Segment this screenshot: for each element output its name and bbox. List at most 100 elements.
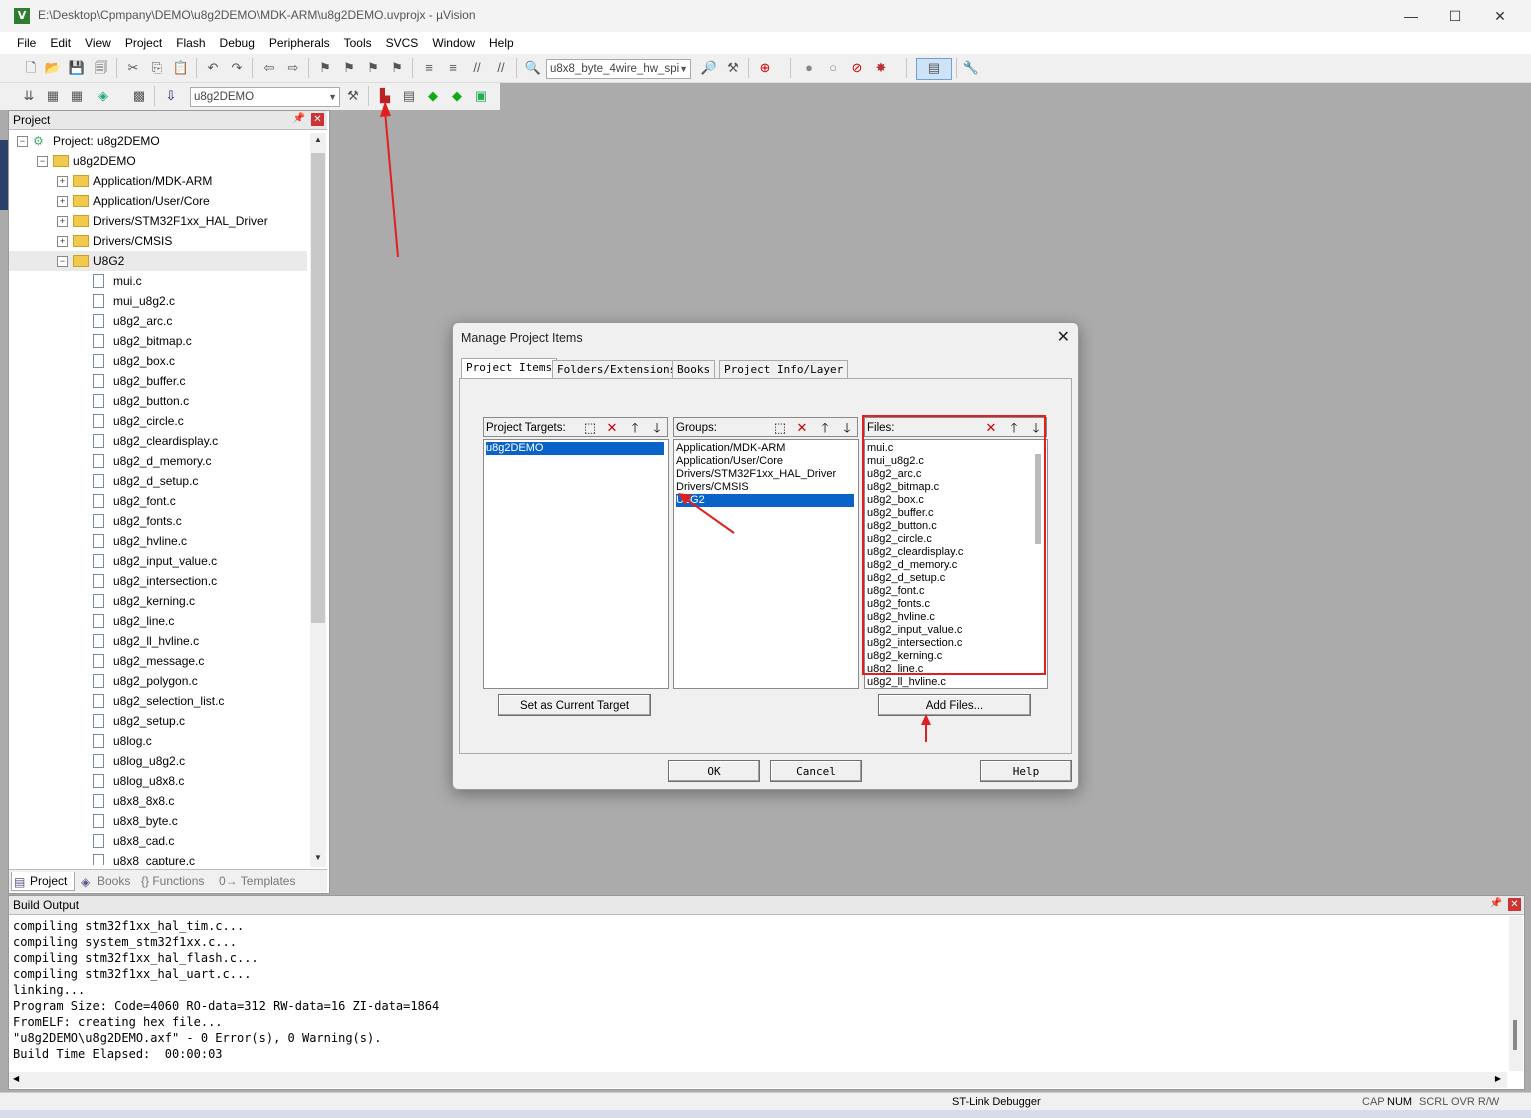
new-target-icon[interactable]: ⬚ <box>582 420 598 436</box>
pin-icon[interactable]: 📌 <box>1490 898 1502 909</box>
close-icon[interactable]: ✕ <box>1508 898 1521 911</box>
find-in-files-icon[interactable]: 🔍 <box>524 59 542 77</box>
move-down-icon[interactable]: 🡓 <box>649 420 665 436</box>
help-button[interactable]: Help <box>980 760 1072 782</box>
menu-file[interactable]: File <box>10 33 43 53</box>
collapse-icon[interactable]: − <box>57 256 68 267</box>
tree-file[interactable]: u8x8_8x8.c <box>9 791 307 811</box>
tree-group[interactable]: + Drivers/STM32F1xx_HAL_Driver <box>9 211 307 231</box>
manage-rte-icon[interactable]: ◆ <box>424 87 442 105</box>
tree-file[interactable]: u8x8_capture.c <box>9 851 307 865</box>
tab-project-items[interactable]: Project Items <box>461 358 558 380</box>
move-down-icon[interactable]: 🡓 <box>839 420 855 436</box>
stop-build-icon[interactable]: ▩ <box>130 87 148 105</box>
tree-file[interactable]: u8g2_fonts.c <box>9 511 307 531</box>
target-select[interactable]: u8g2DEMO ▼ <box>190 87 340 107</box>
expand-icon[interactable]: + <box>57 196 68 207</box>
build-icon[interactable]: ▦ <box>44 87 62 105</box>
scroll-left-icon[interactable]: ◀ <box>13 1074 19 1083</box>
tree-file[interactable]: u8x8_byte.c <box>9 811 307 831</box>
menu-peripherals[interactable]: Peripherals <box>262 33 337 53</box>
prev-bookmark-icon[interactable]: ⚑ <box>340 59 358 77</box>
chevron-down-icon[interactable]: ▼ <box>328 88 337 106</box>
tree-file[interactable]: mui_u8g2.c <box>9 291 307 311</box>
incremental-find-icon[interactable]: ⚒ <box>724 59 742 77</box>
close-icon[interactable]: ✕ <box>1057 327 1070 347</box>
tree-file[interactable]: u8g2_polygon.c <box>9 671 307 691</box>
nav-forward-icon[interactable]: ⇨ <box>284 59 302 77</box>
move-up-icon[interactable]: 🡑 <box>627 420 643 436</box>
tree-file[interactable]: u8g2_d_setup.c <box>9 471 307 491</box>
tab-books[interactable]: Books <box>672 360 716 379</box>
tree-file[interactable]: u8g2_intersection.c <box>9 571 307 591</box>
tree-file[interactable]: u8g2_message.c <box>9 651 307 671</box>
maximize-button[interactable]: ☐ <box>1432 4 1478 28</box>
open-file-icon[interactable]: 📂 <box>44 59 62 77</box>
configure-icon[interactable]: 🔧 <box>962 59 980 77</box>
disable-all-breakpoints-icon[interactable]: ⊘ <box>848 59 866 77</box>
tree-file[interactable]: u8log_u8x8.c <box>9 771 307 791</box>
menu-flash[interactable]: Flash <box>169 33 212 53</box>
menu-svcs[interactable]: SVCS <box>379 33 426 53</box>
expand-icon[interactable]: + <box>57 236 68 247</box>
set-current-target-button[interactable]: Set as Current Target <box>498 694 651 716</box>
target-list-item[interactable]: u8g2DEMO <box>486 442 664 455</box>
comment-icon[interactable]: // <box>468 59 486 77</box>
kill-breakpoints-icon[interactable]: ✸ <box>872 59 890 77</box>
collapse-icon[interactable]: − <box>37 156 48 167</box>
tree-file[interactable]: u8g2_arc.c <box>9 311 307 331</box>
tree-file[interactable]: u8log.c <box>9 731 307 751</box>
tab-folders-extensions[interactable]: Folders/Extensions <box>552 360 682 379</box>
new-file-icon[interactable]: 🗋 <box>22 59 40 77</box>
nav-back-icon[interactable]: ⇦ <box>260 59 278 77</box>
scroll-up-icon[interactable]: ▲ <box>310 135 326 144</box>
scroll-down-icon[interactable]: ▼ <box>310 853 326 862</box>
unindent-icon[interactable]: ≡ <box>444 59 462 77</box>
tree-group[interactable]: − U8G2 <box>9 251 307 271</box>
build-vscrollbar-thumb[interactable] <box>1513 1020 1517 1050</box>
copy-icon[interactable]: ⎘ <box>148 59 166 77</box>
tab-templates[interactable]: 0→ Templates <box>205 872 303 890</box>
tree-file[interactable]: u8g2_hvline.c <box>9 531 307 551</box>
build-hscrollbar[interactable]: ◀ ▶ <box>9 1072 1507 1088</box>
tree-file[interactable]: u8g2_kerning.c <box>9 591 307 611</box>
close-icon[interactable]: ✕ <box>311 113 324 126</box>
uncomment-icon[interactable]: // <box>492 59 510 77</box>
tree-group[interactable]: + Application/User/Core <box>9 191 307 211</box>
tree-scrollbar-thumb[interactable] <box>311 153 325 623</box>
group-list-item[interactable]: Application/MDK-ARM <box>676 442 854 455</box>
tree-file[interactable]: u8g2_line.c <box>9 611 307 631</box>
menu-window[interactable]: Window <box>425 33 482 53</box>
expand-icon[interactable]: + <box>57 176 68 187</box>
close-window-button[interactable]: ✕ <box>1477 4 1523 28</box>
next-bookmark-icon[interactable]: ⚑ <box>364 59 382 77</box>
tree-file[interactable]: u8g2_buffer.c <box>9 371 307 391</box>
tree-file[interactable]: u8x8_cad.c <box>9 831 307 851</box>
expand-icon[interactable]: + <box>57 216 68 227</box>
pin-icon[interactable]: 📌 <box>293 113 305 124</box>
tree-file[interactable]: u8g2_ll_hvline.c <box>9 631 307 651</box>
menu-tools[interactable]: Tools <box>337 33 379 53</box>
delete-target-icon[interactable]: ✕ <box>604 420 620 436</box>
minimize-button[interactable]: — <box>1388 4 1434 28</box>
tree-target[interactable]: − u8g2DEMO <box>9 151 307 171</box>
download-icon[interactable]: ⇩ <box>162 87 180 105</box>
tree-file[interactable]: u8g2_bitmap.c <box>9 331 307 351</box>
bookmark-icon[interactable]: ⚑ <box>316 59 334 77</box>
cancel-button[interactable]: Cancel <box>770 760 862 782</box>
tree-file[interactable]: u8g2_selection_list.c <box>9 691 307 711</box>
tree-file[interactable]: mui.c <box>9 271 307 291</box>
breakpoint-icon[interactable]: ● <box>800 59 818 77</box>
tab-functions[interactable]: {} Functions <box>127 872 215 890</box>
save-all-icon[interactable]: 🗐 <box>92 59 110 77</box>
clear-bookmarks-icon[interactable]: ⚑ <box>388 59 406 77</box>
indent-icon[interactable]: ≡ <box>420 59 438 77</box>
file-list-item[interactable]: u8g2_ll_hvline.c <box>867 676 1045 688</box>
tree-file[interactable]: u8g2_button.c <box>9 391 307 411</box>
rebuild-icon[interactable]: ▦ <box>68 87 86 105</box>
find-combo[interactable]: u8x8_byte_4wire_hw_spi ▼ <box>546 59 691 79</box>
tree-project-root[interactable]: − ⚙ Project: u8g2DEMO <box>9 131 307 151</box>
new-group-icon[interactable]: ⬚ <box>772 420 788 436</box>
tree-file[interactable]: u8log_u8g2.c <box>9 751 307 771</box>
tree-file[interactable]: u8g2_box.c <box>9 351 307 371</box>
